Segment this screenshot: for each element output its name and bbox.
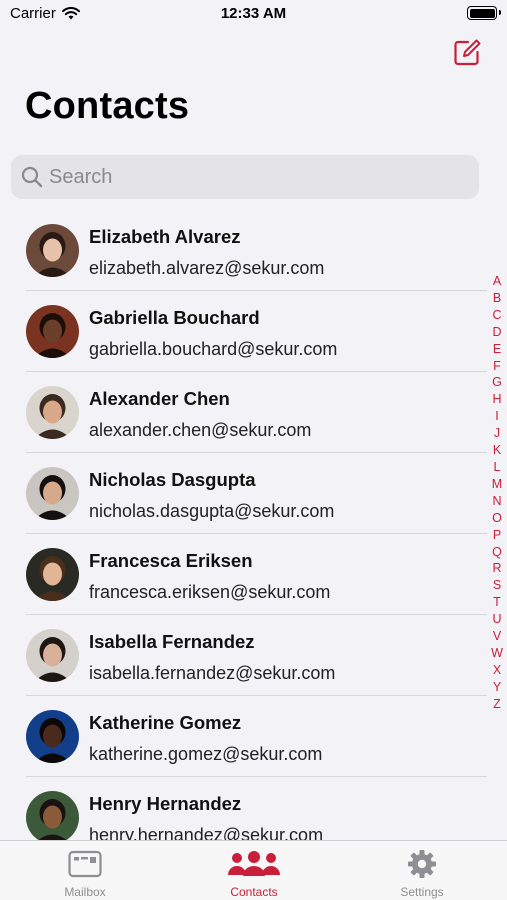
index-letter[interactable]: Y [493, 679, 501, 696]
index-letter[interactable]: O [492, 510, 502, 527]
contacts-list: Elizabeth Alvarez elizabeth.alvarez@seku… [0, 210, 507, 841]
contacts-icon [228, 851, 280, 876]
contact-name: Katherine Gomez [89, 712, 242, 733]
search-bar[interactable] [11, 155, 479, 199]
page-title: Contacts [25, 85, 190, 127]
index-letter[interactable]: G [492, 374, 502, 391]
status-time: 12:33 AM [220, 5, 287, 22]
contact-row[interactable]: Isabella Fernandez isabella.fernandez@se… [0, 615, 507, 696]
index-letter[interactable]: V [493, 628, 501, 645]
avatar [26, 467, 79, 520]
contact-email: henry.hernandez@sekur.com [89, 825, 324, 841]
contact-email: alexander.chen@sekur.com [89, 420, 312, 440]
avatar [26, 305, 79, 358]
contact-name: Nicholas Dasgupta [89, 469, 256, 490]
contact-row[interactable]: Nicholas Dasgupta nicholas.dasgupta@seku… [0, 453, 507, 534]
contact-name: Henry Hernandez [89, 793, 242, 814]
contact-email: francesca.eriksen@sekur.com [89, 582, 331, 602]
contact-row[interactable]: Francesca Eriksen francesca.eriksen@seku… [0, 534, 507, 615]
index-letter[interactable]: F [493, 358, 501, 375]
index-letter[interactable]: T [493, 594, 501, 611]
battery-icon [467, 6, 501, 20]
tab-label: Settings [400, 885, 444, 899]
index-letter[interactable]: C [492, 307, 501, 324]
index-letter[interactable]: L [494, 459, 501, 476]
tab-label: Mailbox [64, 885, 106, 899]
contact-name: Isabella Fernandez [89, 631, 255, 652]
avatar [26, 629, 79, 682]
index-letter[interactable]: A [493, 273, 501, 290]
contact-row[interactable]: Gabriella Bouchard gabriella.bouchard@se… [0, 291, 507, 372]
index-letter[interactable]: Z [493, 696, 501, 713]
contact-email: nicholas.dasgupta@sekur.com [89, 501, 335, 521]
contact-row[interactable]: Elizabeth Alvarez elizabeth.alvarez@seku… [0, 210, 507, 291]
index-letter[interactable]: B [493, 290, 501, 307]
search-icon [21, 166, 43, 188]
index-letter[interactable]: E [493, 341, 501, 358]
index-letter[interactable]: U [492, 611, 501, 628]
contact-name: Alexander Chen [89, 388, 230, 409]
index-letter[interactable]: X [493, 662, 501, 679]
avatar [26, 224, 79, 277]
index-letter[interactable]: S [493, 577, 501, 594]
index-letter[interactable]: P [493, 527, 501, 544]
contact-email: gabriella.bouchard@sekur.com [89, 339, 338, 359]
compose-button[interactable] [452, 38, 482, 68]
tab-bar: Mailbox Contacts Settings [0, 840, 507, 900]
index-letter[interactable]: K [493, 442, 501, 459]
contact-row[interactable]: Alexander Chen alexander.chen@sekur.com [0, 372, 507, 453]
index-letter[interactable]: D [492, 324, 501, 341]
contact-email: katherine.gomez@sekur.com [89, 744, 323, 764]
index-letter[interactable]: I [495, 408, 498, 425]
index-letter[interactable]: M [492, 476, 502, 493]
tab-contacts[interactable]: Contacts [194, 841, 314, 900]
avatar [26, 710, 79, 763]
contact-row[interactable]: Katherine Gomez katherine.gomez@sekur.co… [0, 696, 507, 777]
index-letter[interactable]: H [492, 391, 501, 408]
index-letter[interactable]: Q [492, 544, 502, 561]
index-letter[interactable]: R [492, 560, 501, 577]
section-index[interactable]: ABCDEFGHIJKLMNOPQRSTUVWXYZ [488, 273, 506, 713]
compose-icon [454, 39, 481, 66]
tab-settings[interactable]: Settings [362, 841, 482, 900]
avatar [26, 791, 79, 841]
index-letter[interactable]: J [494, 425, 500, 442]
tab-mailbox[interactable]: Mailbox [25, 841, 145, 900]
status-bar: Carrier 12:33 AM [0, 0, 507, 30]
contact-name: Elizabeth Alvarez [89, 226, 241, 247]
contact-email: elizabeth.alvarez@sekur.com [89, 258, 325, 278]
contact-row[interactable]: Henry Hernandez henry.hernandez@sekur.co… [0, 777, 507, 841]
avatar [26, 548, 79, 601]
search-input[interactable] [49, 165, 449, 189]
contact-name: Gabriella Bouchard [89, 307, 260, 328]
contact-name: Francesca Eriksen [89, 550, 253, 571]
gear-icon [408, 850, 436, 878]
mailbox-icon [68, 850, 102, 878]
contact-email: isabella.fernandez@sekur.com [89, 663, 336, 683]
tab-label: Contacts [230, 885, 278, 899]
index-letter[interactable]: N [492, 493, 501, 510]
avatar [26, 386, 79, 439]
index-letter[interactable]: W [491, 645, 503, 662]
